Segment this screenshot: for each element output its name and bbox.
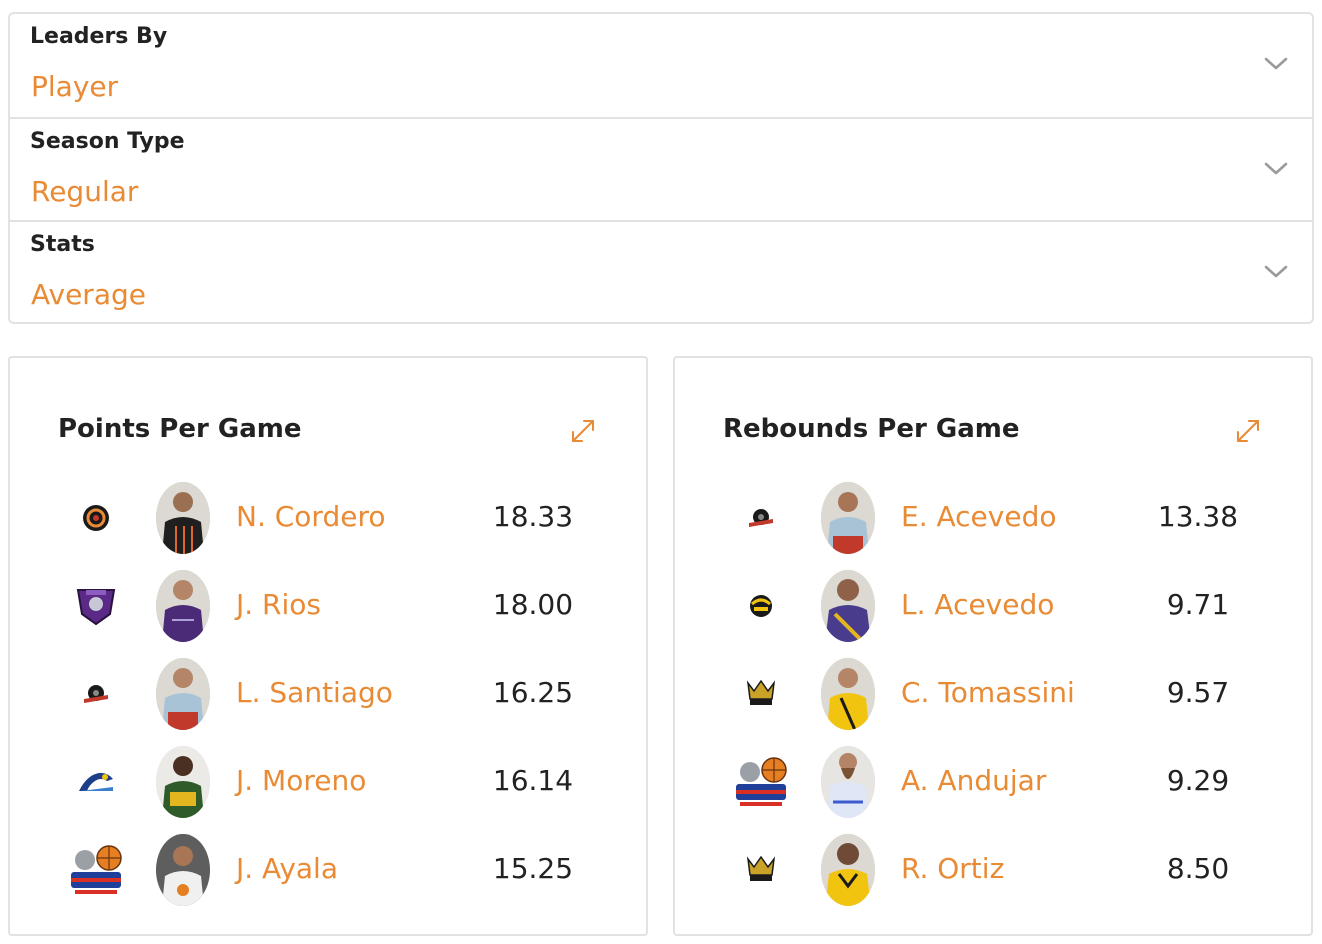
- player-photo-icon: [156, 570, 210, 642]
- stat-value: 18.33: [492, 500, 574, 533]
- leaders-by-label: Leaders By: [30, 24, 168, 49]
- leaders-by-value: Player: [31, 70, 119, 103]
- stat-value: 16.25: [492, 676, 574, 709]
- player-name-link[interactable]: J. Ayala: [236, 852, 338, 885]
- team-logo-icon: [731, 752, 791, 812]
- team-logo-icon: [66, 752, 126, 812]
- stats-label: Stats: [30, 232, 95, 257]
- stat-value: 9.29: [1166, 764, 1230, 797]
- player-photo-icon: [821, 570, 875, 642]
- expand-icon[interactable]: [1233, 416, 1263, 446]
- season-type-dropdown[interactable]: Season Type Regular: [10, 117, 1312, 220]
- filters-panel: Leaders By Player Season Type Regular St…: [8, 12, 1314, 324]
- player-name-link[interactable]: J. Rios: [236, 588, 321, 621]
- card-title: Rebounds Per Game: [723, 414, 1020, 444]
- team-logo-icon: [731, 576, 791, 636]
- player-name-link[interactable]: L. Santiago: [236, 676, 393, 709]
- stat-value: 18.00: [492, 588, 574, 621]
- season-type-value: Regular: [31, 175, 139, 208]
- player-photo-icon: [821, 834, 875, 906]
- leader-row: J. Ayala 15.25: [10, 826, 646, 914]
- player-name-link[interactable]: E. Acevedo: [901, 500, 1056, 533]
- leaders-by-dropdown[interactable]: Leaders By Player: [10, 14, 1312, 117]
- chevron-down-icon[interactable]: [1264, 56, 1288, 72]
- stat-value: 8.50: [1166, 852, 1230, 885]
- player-photo-icon: [156, 834, 210, 906]
- leader-row: N. Cordero 18.33: [10, 474, 646, 562]
- player-name-link[interactable]: N. Cordero: [236, 500, 385, 533]
- player-name-link[interactable]: J. Moreno: [236, 764, 366, 797]
- player-photo-icon: [821, 746, 875, 818]
- stat-value: 15.25: [492, 852, 574, 885]
- team-logo-icon: [66, 576, 126, 636]
- stat-value: 9.71: [1166, 588, 1230, 621]
- leader-row: L. Acevedo 9.71: [675, 562, 1311, 650]
- points-per-game-card: Points Per Game N. Cordero 18.33 J. Rios…: [8, 356, 648, 936]
- stat-value: 16.14: [492, 764, 574, 797]
- player-photo-icon: [821, 658, 875, 730]
- player-name-link[interactable]: L. Acevedo: [901, 588, 1054, 621]
- expand-icon[interactable]: [568, 416, 598, 446]
- leader-row: J. Moreno 16.14: [10, 738, 646, 826]
- player-name-link[interactable]: C. Tomassini: [901, 676, 1075, 709]
- team-logo-icon: [731, 488, 791, 548]
- leader-row: J. Rios 18.00: [10, 562, 646, 650]
- leader-row: R. Ortiz 8.50: [675, 826, 1311, 914]
- stat-value: 13.38: [1157, 500, 1239, 533]
- leader-row: E. Acevedo 13.38: [675, 474, 1311, 562]
- team-logo-icon: [66, 488, 126, 548]
- player-name-link[interactable]: R. Ortiz: [901, 852, 1004, 885]
- stats-dropdown[interactable]: Stats Average: [10, 220, 1312, 323]
- chevron-down-icon[interactable]: [1264, 264, 1288, 280]
- leader-row: L. Santiago 16.25: [10, 650, 646, 738]
- team-logo-icon: [66, 840, 126, 900]
- leader-row: A. Andujar 9.29: [675, 738, 1311, 826]
- player-photo-icon: [821, 482, 875, 554]
- team-logo-icon: [731, 840, 791, 900]
- chevron-down-icon[interactable]: [1264, 161, 1288, 177]
- season-type-label: Season Type: [30, 129, 185, 154]
- player-name-link[interactable]: A. Andujar: [901, 764, 1046, 797]
- card-title: Points Per Game: [58, 414, 302, 444]
- stats-value: Average: [31, 278, 146, 311]
- player-photo-icon: [156, 482, 210, 554]
- rebounds-per-game-card: Rebounds Per Game E. Acevedo 13.38 L. Ac…: [673, 356, 1313, 936]
- stat-value: 9.57: [1166, 676, 1230, 709]
- player-photo-icon: [156, 658, 210, 730]
- team-logo-icon: [66, 664, 126, 724]
- team-logo-icon: [731, 664, 791, 724]
- player-photo-icon: [156, 746, 210, 818]
- leader-row: C. Tomassini 9.57: [675, 650, 1311, 738]
